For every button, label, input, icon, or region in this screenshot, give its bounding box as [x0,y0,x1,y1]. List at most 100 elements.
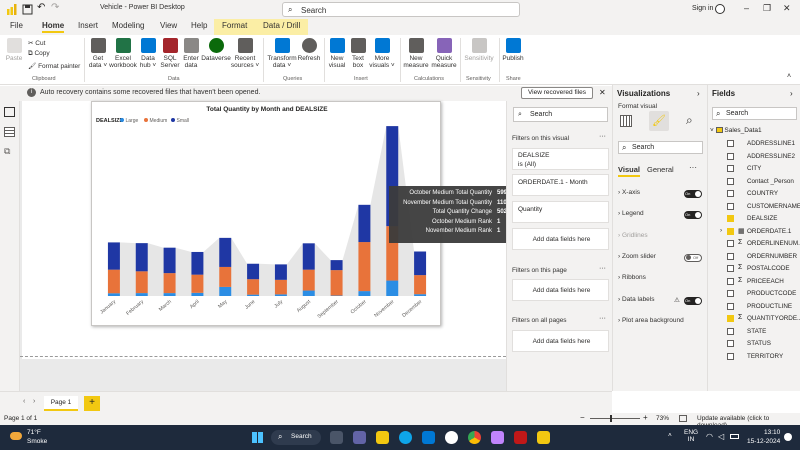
field-item[interactable]: Σ ORDERLINENUM... [708,238,800,250]
bar-june-small[interactable] [247,263,260,280]
bar-april-small[interactable] [191,251,204,275]
signin-button[interactable]: Sign in [692,5,713,12]
photos-icon[interactable] [491,431,504,444]
bar-march-medium[interactable] [163,273,176,294]
tab-help[interactable]: Help [191,21,207,30]
field-item[interactable]: TERRITORY [708,351,800,363]
bar-may-large[interactable] [219,286,232,296]
format-section-ribbons[interactable]: › Ribbons [618,274,646,281]
viz-search-input[interactable]: ⌕ Search [618,141,703,154]
format-section-gridlines[interactable]: › Gridlines [618,232,648,239]
bar-april-medium[interactable] [191,274,204,293]
toggle-data-labels[interactable]: On [684,296,702,305]
filter-card-orderdate-month[interactable]: ORDERDATE.1 - Month [512,174,609,196]
bar-june-medium[interactable] [247,279,260,295]
tab-general[interactable]: General [647,165,674,174]
model-view-icon[interactable]: ⧉ [4,147,15,157]
field-item[interactable]: CITY [708,163,800,175]
bar-july-medium[interactable] [274,279,287,295]
bar-february-large[interactable] [135,293,148,296]
github-icon[interactable] [445,431,458,444]
sensitivity-button[interactable]: Sensitivity [462,38,496,62]
data-hub-button[interactable]: Data hub ˅ [137,38,159,69]
add-data-fields-visual[interactable]: Add data fields here [512,228,609,250]
profile-icon[interactable] [715,4,725,14]
dataverse-button[interactable]: Dataverse [201,38,231,62]
bar-april-large[interactable] [191,292,204,296]
global-search-input[interactable]: ⌕ Search [282,2,520,17]
tab-insert[interactable]: Insert [78,21,98,30]
zoom-slider[interactable] [590,418,640,419]
field-checkbox[interactable] [727,352,734,360]
legend-marker-large[interactable] [120,118,124,122]
bar-october-small[interactable] [358,204,371,243]
collapse-pane-icon[interactable]: › [697,89,700,98]
mcafee-icon[interactable] [514,431,527,444]
task-view-icon[interactable] [330,431,343,444]
legend-label-medium[interactable]: Medium [150,118,168,124]
filter-card-dealsize[interactable]: DEALSIZE is (All) [512,148,609,170]
more-options-icon[interactable]: ··· [689,163,697,172]
bar-october-medium[interactable] [358,242,371,292]
field-item[interactable]: CUSTOMERNAME [708,201,800,213]
bar-may-small[interactable] [219,237,232,267]
report-view-icon[interactable] [4,107,15,117]
wifi-icon[interactable]: ◠ [706,432,713,441]
quick-measure-button[interactable]: Quick measure [430,38,458,69]
field-item[interactable]: COUNTRY [708,188,800,200]
toggle-zoom-slider[interactable]: Off [684,253,702,262]
field-checkbox[interactable] [727,140,734,147]
view-recovered-files-button[interactable]: View recovered files [521,87,593,99]
tab-data-drill[interactable]: Data / Drill [263,21,300,30]
field-checkbox[interactable] [727,227,734,235]
field-checkbox[interactable] [727,252,734,260]
bar-february-small[interactable] [135,243,148,272]
undo-icon[interactable]: ↶ [37,2,48,13]
tab-modeling[interactable]: Modeling [112,21,144,30]
bar-july-small[interactable] [274,264,287,280]
field-checkbox[interactable] [727,165,734,172]
format-section-plot-area-background[interactable]: › Plot area background [618,317,684,324]
battery-icon[interactable] [730,434,739,439]
prev-page-icon[interactable]: ‹ [23,398,25,405]
more-options-icon[interactable]: ··· [599,315,606,322]
bar-october-large[interactable] [358,291,371,296]
cut-button[interactable]: ✂ Cut [28,39,45,47]
refresh-button[interactable]: Refresh [297,38,321,62]
field-checkbox[interactable] [727,277,734,285]
bar-december-medium[interactable] [414,275,427,295]
enter-data-button[interactable]: Enter data [180,38,202,69]
excel-workbook-button[interactable]: Excel workbook [108,38,138,69]
filter-card-quantity[interactable]: Quantity [512,201,609,223]
bar-january-small[interactable] [107,242,120,270]
field-checkbox[interactable] [727,202,734,210]
field-item[interactable]: Σ POSTALCODE [708,263,800,275]
field-item[interactable]: ADDRESSLINE1 [708,138,800,150]
toggle-x-axis[interactable]: On [684,190,702,198]
bar-january-medium[interactable] [107,269,120,294]
weather-icon[interactable] [10,432,22,440]
toggle-legend[interactable]: On [684,211,702,220]
legend-label-small[interactable]: Small [177,118,190,124]
format-section-zoom-slider[interactable]: › Zoom slider [618,253,656,260]
add-data-fields-page[interactable]: Add data fields here [512,279,609,301]
field-item[interactable]: STATUS [708,338,800,350]
close-infobar-icon[interactable]: ✕ [599,88,606,97]
more-visuals-button[interactable]: More visuals ˅ [368,38,396,69]
collapse-ribbon-icon[interactable]: ˄ [787,73,791,80]
fields-search-input[interactable]: ⌕ Search [712,107,797,120]
get-data-button[interactable]: Get data ˅ [87,38,109,69]
format-section-legend[interactable]: › Legend [618,210,644,217]
field-checkbox[interactable] [727,290,734,297]
bar-august-small[interactable] [302,243,315,270]
sql-server-button[interactable]: SQL Server [159,38,181,69]
edge-icon[interactable] [399,431,412,444]
tab-file[interactable]: File [10,21,23,30]
file-explorer-icon[interactable] [376,431,389,444]
tab-view[interactable]: View [160,21,177,30]
field-checkbox[interactable] [727,190,734,197]
field-checkbox[interactable] [727,315,734,322]
field-item[interactable]: PRODUCTCODE [708,288,800,300]
add-page-button[interactable]: + [84,396,100,411]
bar-june-large[interactable] [247,294,260,296]
